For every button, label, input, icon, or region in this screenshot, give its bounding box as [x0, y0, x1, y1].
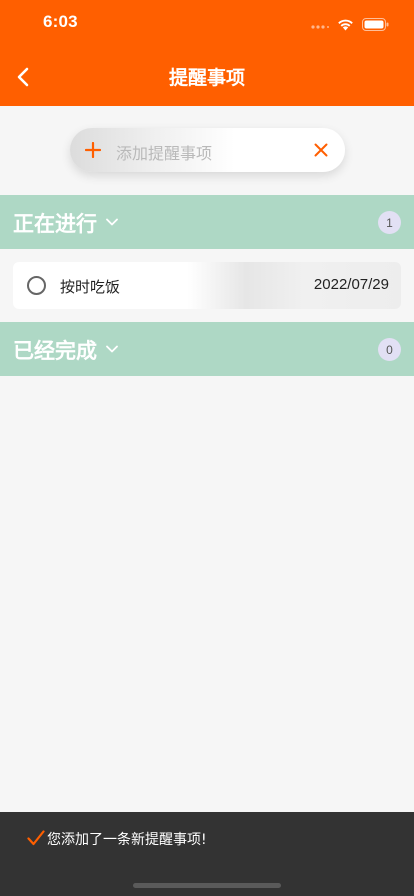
app-header: 6:03 提醒事项	[0, 0, 414, 106]
clear-button[interactable]	[311, 140, 331, 160]
chevron-down-icon	[105, 216, 119, 228]
status-icons	[311, 16, 389, 32]
count-badge: 0	[378, 338, 401, 361]
wifi-icon	[338, 19, 353, 30]
toast-message: 您添加了一条新提醒事项!	[47, 832, 207, 848]
battery-icon	[362, 17, 389, 31]
checkmark-icon	[27, 830, 45, 846]
page-title: 提醒事项	[168, 67, 245, 89]
section-in-progress[interactable]: 正在进行 1	[0, 195, 414, 249]
section-title: 已经完成	[13, 339, 97, 363]
home-indicator	[133, 883, 281, 888]
task-label: 按时吃饭	[60, 278, 121, 296]
signal-icon	[311, 25, 329, 29]
task-date: 2022/07/29	[313, 276, 389, 293]
plus-icon	[85, 142, 101, 158]
close-icon	[314, 143, 328, 157]
radio-unchecked-icon[interactable]	[27, 276, 46, 295]
add-reminder-input[interactable]: 添加提醒事项	[116, 140, 212, 164]
status-time: 6:03	[43, 12, 78, 31]
chevron-down-icon	[105, 343, 119, 355]
status-bar: 6:03	[0, 0, 414, 48]
add-button[interactable]	[82, 139, 104, 161]
add-reminder-bar[interactable]: 添加提醒事项	[70, 128, 345, 172]
section-completed[interactable]: 已经完成 0	[0, 322, 414, 376]
section-title: 正在进行	[13, 212, 97, 236]
count-badge: 1	[378, 211, 401, 234]
list-item[interactable]: 按时吃饭 2022/07/29	[13, 262, 401, 309]
